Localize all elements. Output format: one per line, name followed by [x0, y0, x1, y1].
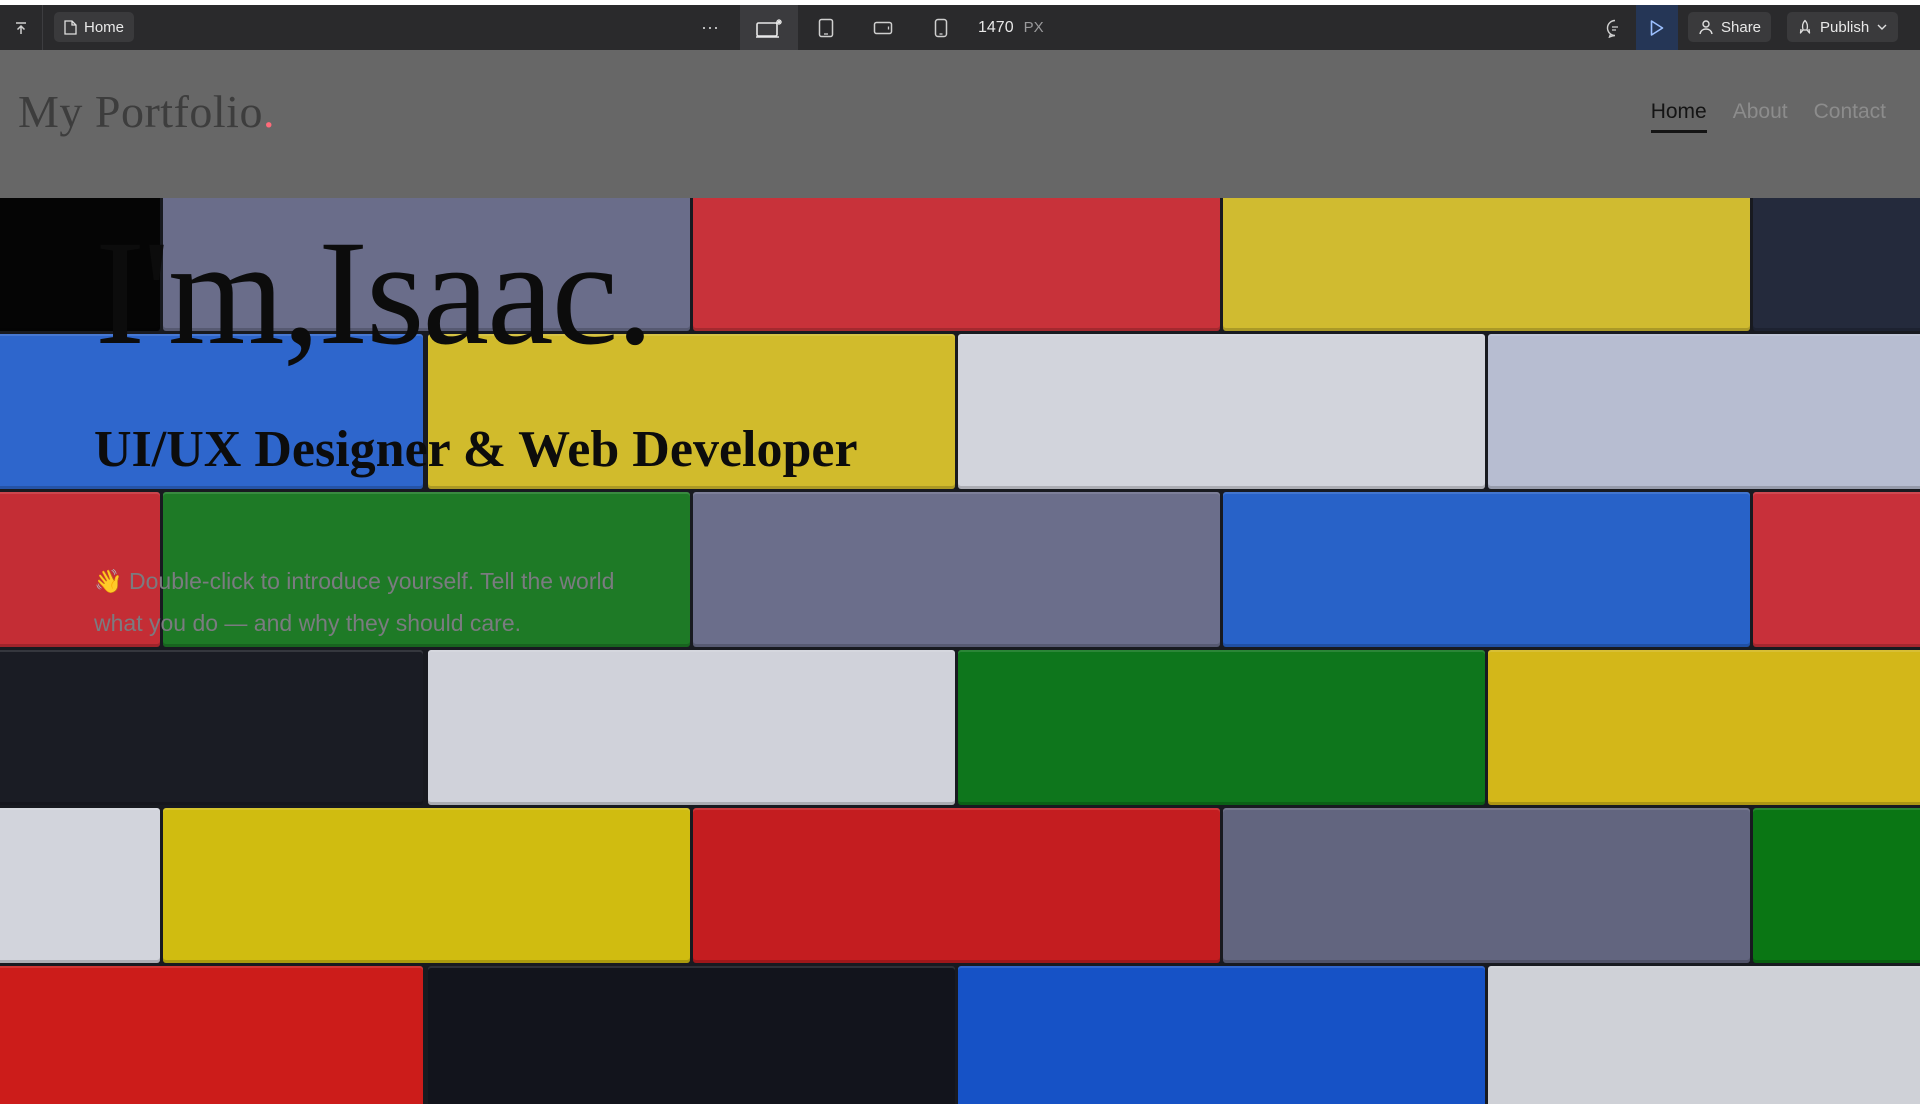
- editor-toolbar: Home ··· 1470 PX Share Publish: [0, 0, 1920, 50]
- brick: [1488, 650, 1920, 805]
- brick: [0, 808, 160, 963]
- canvas-width-value[interactable]: 1470: [978, 19, 1014, 37]
- share-label: Share: [1721, 18, 1762, 36]
- share-button[interactable]: Share: [1688, 12, 1772, 42]
- brick: [1223, 808, 1750, 963]
- site-nav: Home About Contact: [1650, 100, 1886, 133]
- collapse-button[interactable]: [8, 5, 34, 50]
- publish-button[interactable]: Publish: [1787, 12, 1899, 42]
- comments-button[interactable]: [1598, 5, 1632, 50]
- tablet-icon: [818, 18, 834, 37]
- desktop-icon: [756, 18, 782, 38]
- site-logo[interactable]: My Portfolio .: [18, 85, 275, 138]
- brick: [1488, 966, 1920, 1104]
- chevron-down-icon: [1877, 24, 1887, 30]
- brick: [693, 492, 1220, 647]
- hero-subtitle[interactable]: UI/UX Designer & Web Developer: [94, 420, 858, 479]
- brick: [163, 808, 690, 963]
- brick: [428, 966, 955, 1104]
- hero-intro-text[interactable]: 👋 Double-click to introduce yourself. Te…: [94, 560, 654, 644]
- brick: [0, 966, 423, 1104]
- brick: [958, 966, 1485, 1104]
- brick: [958, 650, 1485, 805]
- page-icon: [64, 19, 77, 35]
- page-name: Home: [84, 18, 125, 36]
- brick: [1223, 492, 1750, 647]
- page-selector-button[interactable]: Home: [54, 12, 135, 42]
- brick: [958, 334, 1485, 489]
- brick: [1488, 334, 1920, 489]
- site-header[interactable]: My Portfolio . Home About Contact: [0, 50, 1920, 198]
- publish-icon: [1799, 19, 1811, 34]
- brick: [0, 650, 423, 805]
- logo-text: My Portfolio: [18, 86, 263, 137]
- comment-icon: [1606, 19, 1618, 38]
- brick: [1223, 198, 1750, 331]
- design-canvas[interactable]: My Portfolio . Home About Contact I'm,Is…: [0, 50, 1920, 1104]
- tablet-breakpoint-button[interactable]: [806, 5, 846, 50]
- user-icon: [1699, 20, 1713, 35]
- hero-section[interactable]: I'm,Isaac. UI/UX Designer & Web Develope…: [0, 198, 1920, 1104]
- publish-label: Publish: [1820, 18, 1870, 36]
- brick: [1753, 198, 1920, 331]
- brick: [693, 808, 1220, 963]
- nav-about-link[interactable]: About: [1733, 100, 1788, 133]
- logo-dot: .: [262, 86, 275, 137]
- brick: [693, 198, 1220, 331]
- canvas-width-unit: PX: [1023, 19, 1044, 36]
- canvas-width-field[interactable]: 1470 PX: [978, 5, 1078, 50]
- phone-icon: [934, 18, 948, 37]
- brick: [1753, 808, 1920, 963]
- brick: [428, 650, 955, 805]
- nav-home-link[interactable]: Home: [1650, 100, 1707, 133]
- brick: [1753, 492, 1920, 647]
- phone-breakpoint-button[interactable]: [920, 5, 962, 50]
- desktop-breakpoint-button[interactable]: [740, 5, 798, 50]
- more-options-button[interactable]: ···: [690, 5, 730, 50]
- play-icon: [1650, 19, 1664, 36]
- nav-contact-link[interactable]: Contact: [1814, 100, 1886, 133]
- collapse-icon: [16, 21, 26, 34]
- hero-title[interactable]: I'm,Isaac.: [95, 218, 654, 368]
- preview-button[interactable]: [1636, 5, 1678, 50]
- tablet-landscape-breakpoint-button[interactable]: [862, 5, 904, 50]
- toolbar-divider: [42, 5, 43, 50]
- tablet-landscape-icon: [873, 21, 893, 34]
